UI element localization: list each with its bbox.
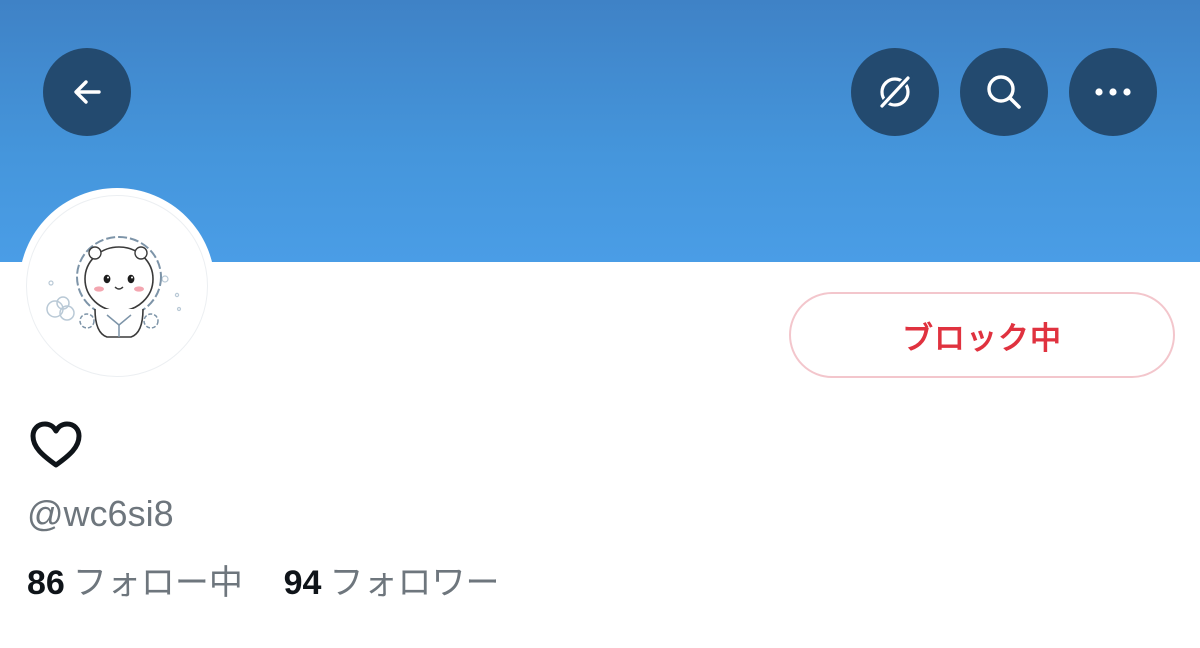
display-name [28, 420, 88, 476]
avatar[interactable] [26, 195, 208, 377]
follow-stats: 86 フォロー中 94 フォロワー [27, 555, 529, 604]
grok-icon [877, 73, 913, 111]
grok-button[interactable] [851, 48, 939, 136]
arrow-left-icon [74, 80, 101, 104]
blocked-button[interactable]: ブロック中 [789, 292, 1175, 378]
search-icon [987, 75, 1021, 109]
following-stat[interactable]: 86 フォロー中 [27, 555, 243, 604]
followers-label: フォロワー [329, 563, 500, 603]
search-button[interactable] [960, 48, 1048, 136]
avatar-character-image [46, 236, 182, 338]
followers-count: 94 [283, 564, 322, 602]
avatar-frame[interactable] [19, 188, 215, 384]
following-count: 86 [27, 564, 65, 602]
back-button[interactable] [43, 48, 131, 136]
more-horizontal-icon [1095, 88, 1131, 96]
followers-stat[interactable]: 94 フォロワー [284, 555, 500, 604]
profile-handle: @wc6si8 [27, 493, 174, 534]
heart-outline-icon [30, 421, 82, 468]
more-options-button[interactable] [1069, 48, 1157, 136]
following-label: フォロー中 [72, 563, 243, 603]
profile-page: ブロック中 @wc6si8 86 フォロー中 94 フォロワー [0, 0, 1200, 648]
